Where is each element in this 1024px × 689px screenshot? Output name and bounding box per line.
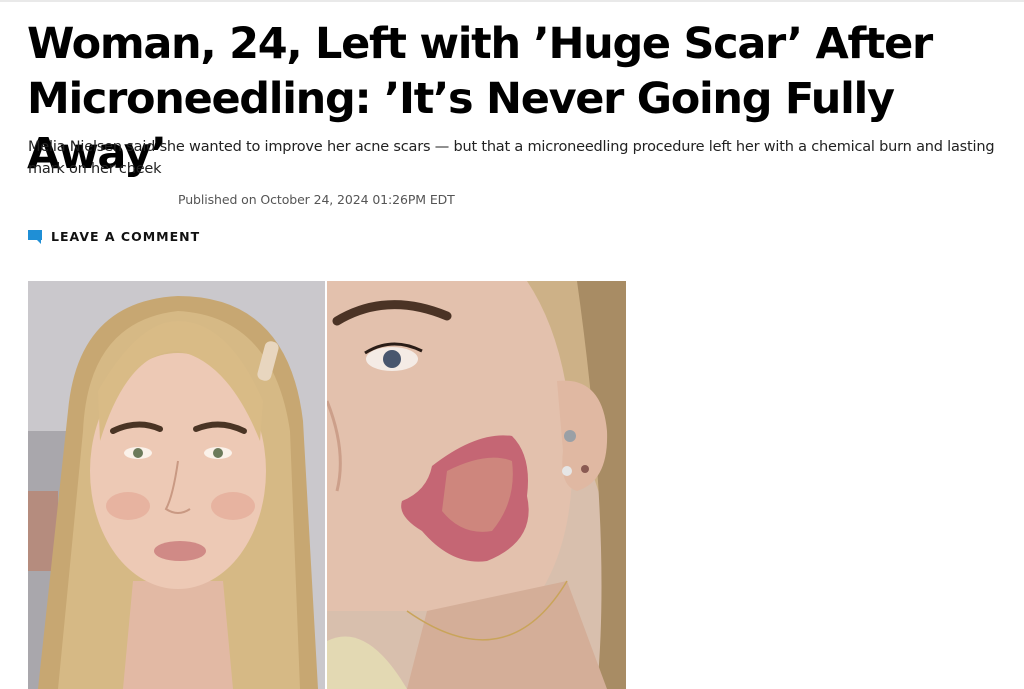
article-photo — [28, 281, 626, 689]
leave-comment-label: LEAVE A COMMENT — [51, 229, 201, 244]
photo-cheek-scar — [327, 281, 626, 689]
leave-comment-link[interactable]: LEAVE A COMMENT — [28, 229, 200, 244]
comment-bubble-icon — [28, 229, 42, 244]
article-dek: Melia Nielsen said she wanted to improve… — [28, 139, 995, 177]
photo-selfie — [28, 281, 325, 689]
publish-date: Published on October 24, 2024 01:26PM ED… — [178, 192, 455, 207]
top-border — [0, 0, 1024, 2]
